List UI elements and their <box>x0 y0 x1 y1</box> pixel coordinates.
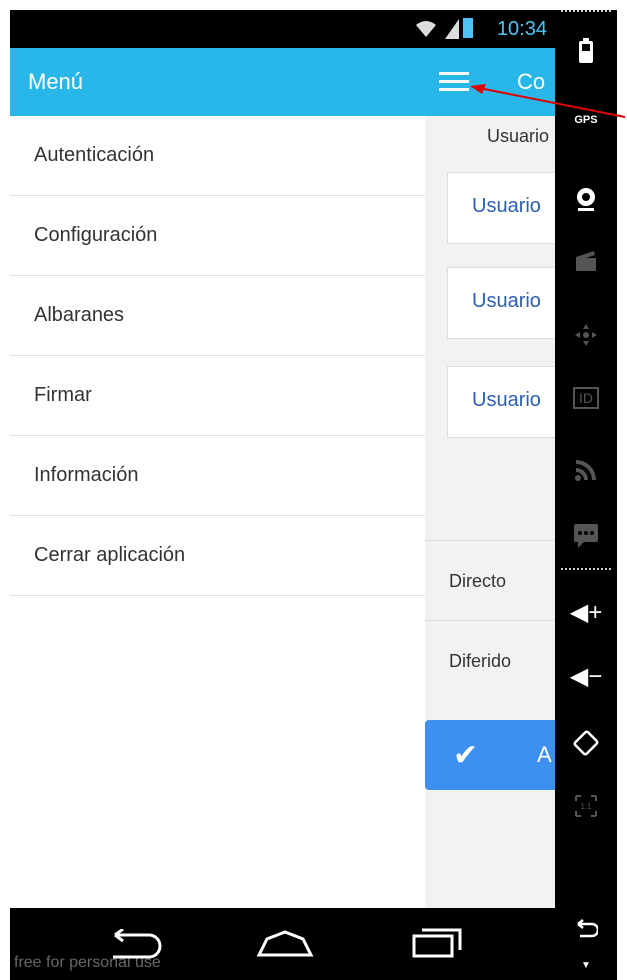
user-card[interactable]: Usuario <box>447 172 569 244</box>
accept-button[interactable]: ✔ A <box>425 720 555 790</box>
user-card[interactable]: Usuario <box>447 366 569 438</box>
svg-text:1:1: 1:1 <box>580 802 592 811</box>
user-card-label: Usuario <box>472 290 541 312</box>
back-tool-icon[interactable] <box>555 918 617 946</box>
user-section-label: Usuario <box>486 126 549 146</box>
id-icon[interactable]: ID <box>555 386 617 409</box>
rotate-icon[interactable] <box>555 728 617 764</box>
check-icon: ✔ <box>453 739 479 772</box>
camera-icon[interactable] <box>555 186 617 218</box>
main-content: Co Usuario Usuario Usuario Usuario Direc… <box>425 48 569 908</box>
menu-item-autenticacion[interactable]: Autenticación <box>10 116 425 196</box>
volume-down-icon[interactable]: ◀− <box>555 662 617 691</box>
menu-item-cerrar-aplicacion[interactable]: Cerrar aplicación <box>10 516 425 596</box>
toolbar-divider <box>561 10 611 12</box>
menu-item-label: Configuración <box>34 224 158 246</box>
status-time: 10:34 <box>496 18 547 40</box>
drawer-header: Menú <box>10 48 425 116</box>
volume-down-label: ◀− <box>569 663 603 690</box>
navigation-drawer: Menú Autenticación Configuración Albaran… <box>10 48 426 908</box>
menu-item-informacion[interactable]: Información <box>10 436 425 516</box>
user-card[interactable]: Usuario <box>447 267 569 339</box>
user-card-label: Usuario <box>472 389 541 411</box>
user-card-label: Usuario <box>472 195 541 217</box>
menu-item-configuracion[interactable]: Configuración <box>10 196 425 276</box>
menu-item-label: Albaranes <box>34 304 125 326</box>
dpad-icon[interactable] <box>555 322 617 354</box>
menu-item-albaranes[interactable]: Albaranes <box>10 276 425 356</box>
android-nav-bar: free for personal use <box>10 908 555 980</box>
toolbar-divider <box>561 568 611 570</box>
volume-up-icon[interactable]: ◀+ <box>555 598 617 627</box>
option-label: Directo <box>449 571 507 591</box>
expand-arrow-icon[interactable]: ▼ <box>555 960 617 971</box>
battery-icon <box>463 18 473 38</box>
wifi-icon <box>415 19 437 44</box>
signal-icon <box>445 19 459 44</box>
recents-nav-icon[interactable] <box>410 926 466 969</box>
option-directo[interactable]: Directo <box>425 540 555 621</box>
accept-label: A <box>537 742 552 767</box>
option-label: Diferido <box>449 651 512 671</box>
home-nav-icon[interactable] <box>255 926 315 968</box>
battery-tool-icon[interactable] <box>555 38 617 70</box>
back-nav-icon[interactable] <box>105 926 163 968</box>
clapper-icon[interactable] <box>555 250 617 278</box>
status-bar: 10:34 <box>10 10 555 48</box>
menu-item-firmar[interactable]: Firmar <box>10 356 425 436</box>
emulator-toolbar: GPS ID ◀+ ◀− 1:1 ▼ <box>555 10 617 980</box>
drawer-title: Menú <box>28 69 84 94</box>
menu-item-label: Cerrar aplicación <box>34 544 186 566</box>
rss-icon[interactable] <box>555 458 617 488</box>
scale-icon[interactable]: 1:1 <box>555 794 617 824</box>
volume-up-label: ◀+ <box>569 599 603 626</box>
option-diferido[interactable]: Diferido <box>425 620 555 701</box>
menu-item-label: Autenticación <box>34 144 155 166</box>
message-icon[interactable] <box>555 522 617 554</box>
annotation-arrow <box>470 84 626 118</box>
menu-item-label: Firmar <box>34 384 92 406</box>
menu-item-label: Información <box>34 464 139 486</box>
id-label: ID <box>573 387 599 409</box>
